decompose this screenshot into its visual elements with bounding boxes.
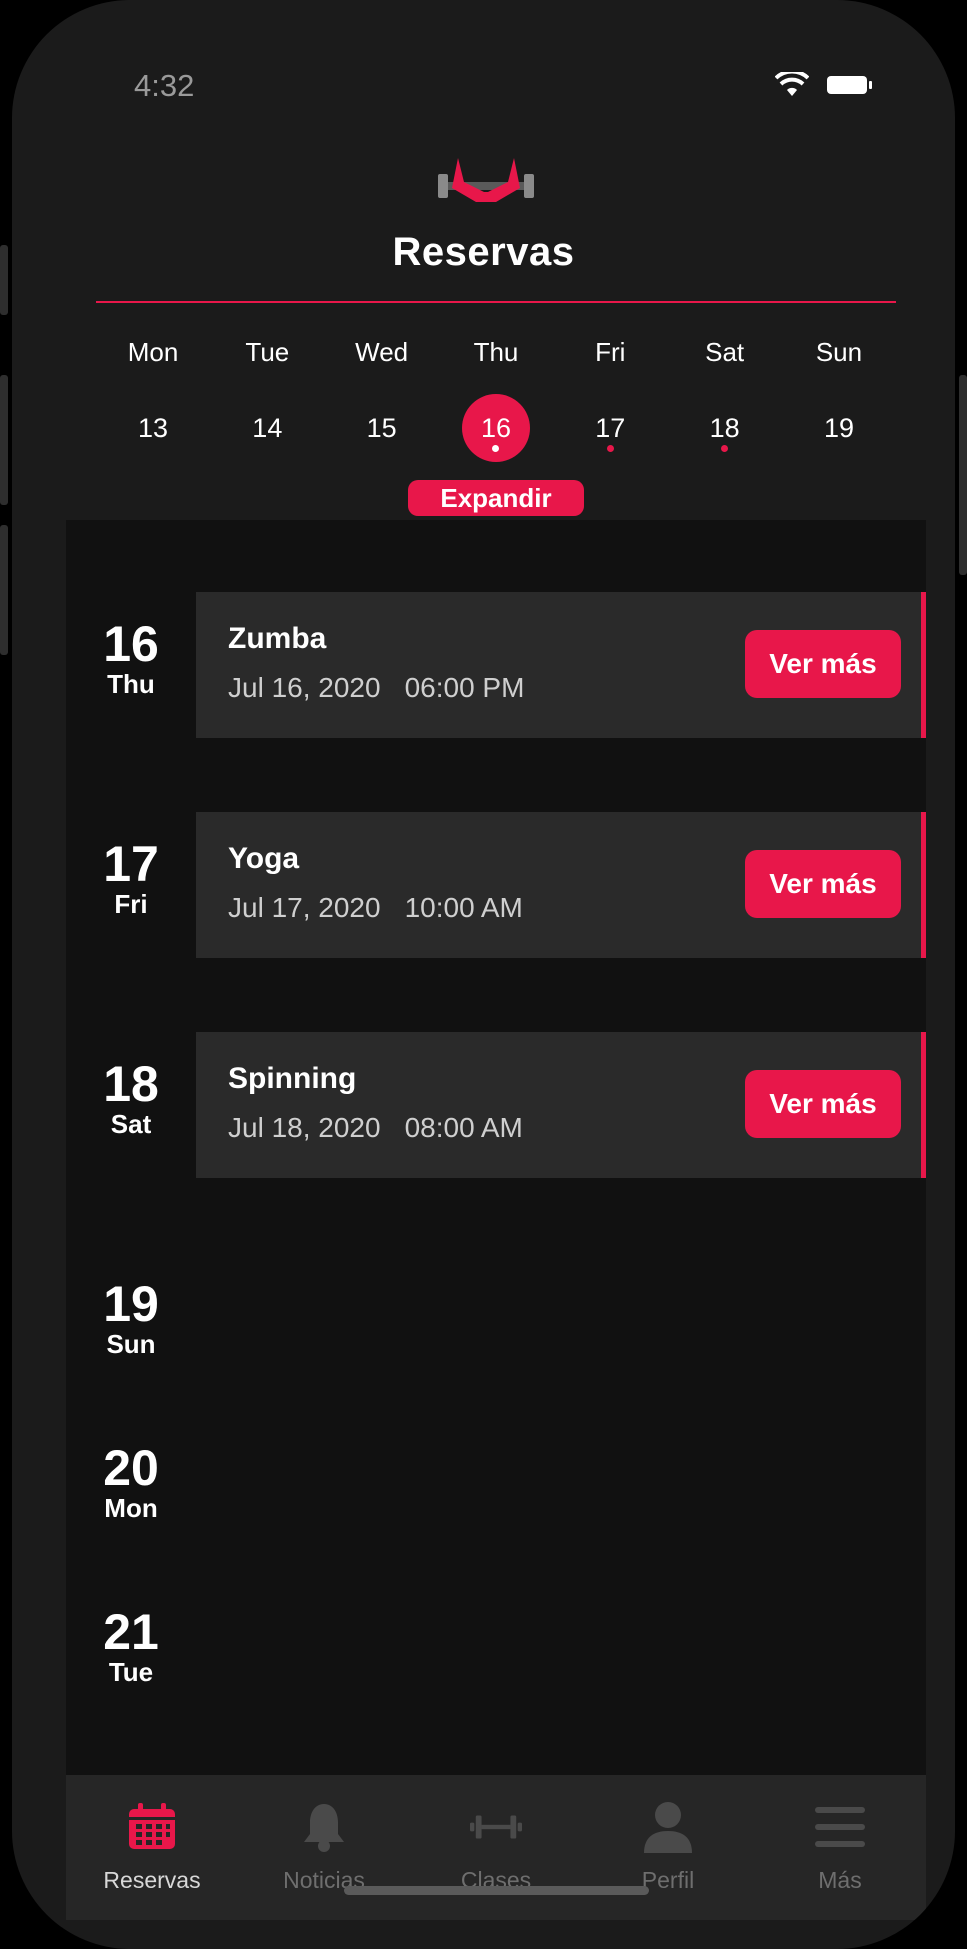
event-name: Yoga (228, 842, 300, 875)
day-name: Fri (595, 337, 626, 367)
status-icons (775, 72, 873, 98)
tab-mas[interactable]: Más (754, 1775, 926, 1920)
day-mon[interactable]: Mon 13 (96, 330, 210, 462)
title-divider (96, 301, 896, 303)
volume-up-button (0, 375, 8, 505)
ver-mas-button[interactable]: Ver más (745, 850, 901, 918)
expand-button[interactable]: Expandir (408, 480, 584, 516)
agenda-date-number: 18 (103, 1056, 159, 1112)
day-sun[interactable]: Sun 19 (782, 330, 896, 462)
tab-bar: Reservas Noticias Clases Perfil Más (66, 1775, 926, 1920)
day-name: Sun (815, 337, 863, 367)
day-number[interactable]: 15 (348, 394, 416, 462)
user-icon (642, 1801, 694, 1853)
tab-clases[interactable]: Clases (410, 1775, 582, 1920)
day-name: Thu (473, 337, 519, 367)
event-datetime: Jul 18, 2020 08:00 AM (228, 1112, 523, 1144)
event-date: Jul 17, 2020 (228, 892, 381, 923)
agenda-date-weekday: Tue (108, 1657, 154, 1687)
week-strip: Mon 13 Tue 14 Wed 15 Thu 16 Fri 17 Sat 1… (96, 330, 896, 462)
day-name: Tue (245, 337, 290, 367)
agenda-list[interactable]: 16 Thu Zumba Jul 16, 2020 06:00 PM Ver m… (66, 520, 926, 1775)
day-number-label: 18 (709, 412, 740, 443)
event-time: 08:00 AM (404, 1112, 523, 1143)
agenda-date: 17 Fri (76, 838, 186, 918)
tab-label: Reservas (103, 1867, 201, 1893)
agenda-date: 16 Thu (76, 618, 186, 698)
agenda-date-weekday: Fri (114, 889, 148, 919)
phone-frame: 4:32 Reservas Mon 13 Tue 14 Wed 15 Thu 1… (12, 0, 955, 1949)
home-indicator[interactable] (344, 1886, 649, 1895)
page-title: Reservas (392, 230, 575, 274)
day-number[interactable]: 19 (805, 394, 873, 462)
tab-perfil[interactable]: Perfil (582, 1775, 754, 1920)
agenda-date-number: 17 (103, 836, 159, 892)
day-number-label: 14 (252, 412, 283, 443)
agenda-date: 21 Tue (76, 1606, 186, 1686)
tab-label: Más (818, 1867, 862, 1893)
tab-noticias[interactable]: Noticias (238, 1775, 410, 1920)
day-sat[interactable]: Sat 18 (668, 330, 782, 462)
power-button (959, 375, 967, 575)
agenda-date-number: 16 (103, 616, 159, 672)
menu-icon (814, 1801, 866, 1853)
agenda-date-weekday: Sun (106, 1329, 156, 1359)
event-date: Jul 16, 2020 (228, 672, 381, 703)
day-number-label: 13 (137, 412, 169, 443)
event-name: Zumba (228, 622, 327, 655)
event-card[interactable]: Yoga Jul 17, 2020 10:00 AM Ver más (196, 812, 926, 958)
event-dot (492, 445, 500, 452)
event-dot (721, 445, 729, 452)
event-dot (606, 445, 614, 452)
day-wed[interactable]: Wed 15 (325, 330, 439, 462)
event-card[interactable]: Spinning Jul 18, 2020 08:00 AM Ver más (196, 1032, 926, 1178)
bell-icon (298, 1801, 350, 1853)
day-number-label: 16 (480, 412, 511, 443)
day-thu[interactable]: Thu 16 (439, 330, 553, 462)
day-tue[interactable]: Tue 14 (210, 330, 324, 462)
ver-mas-button[interactable]: Ver más (745, 630, 901, 698)
day-name: Mon (127, 337, 179, 367)
event-name: Spinning (228, 1062, 357, 1095)
day-name: Wed (355, 337, 409, 367)
agenda-date-number: 21 (103, 1604, 159, 1660)
day-number-label: 19 (823, 412, 854, 443)
battery-icon (827, 76, 872, 94)
day-number[interactable]: 17 (576, 394, 644, 462)
tab-reservas[interactable]: Reservas (66, 1775, 238, 1920)
event-datetime: Jul 16, 2020 06:00 PM (228, 672, 524, 704)
agenda-date: 19 Sun (76, 1278, 186, 1358)
day-number-label: 15 (366, 412, 397, 443)
event-time: 10:00 AM (404, 892, 523, 923)
day-number[interactable]: 14 (233, 394, 301, 462)
agenda-date-weekday: Sat (110, 1109, 152, 1139)
day-fri[interactable]: Fri 17 (553, 330, 667, 462)
event-time: 06:00 PM (404, 672, 525, 703)
agenda-date-weekday: Thu (107, 669, 155, 699)
wifi-icon (775, 72, 809, 96)
event-card[interactable]: Zumba Jul 16, 2020 06:00 PM Ver más (196, 592, 926, 738)
event-date: Jul 18, 2020 (228, 1112, 381, 1143)
day-number-selected[interactable]: 16 (461, 394, 530, 462)
day-number[interactable]: 13 (119, 394, 187, 462)
agenda-date-number: 20 (103, 1440, 159, 1496)
calendar-icon (126, 1801, 178, 1853)
mute-switch (0, 245, 8, 315)
ver-mas-button[interactable]: Ver más (745, 1070, 901, 1138)
status-time: 4:32 (134, 68, 195, 103)
tab-label: Perfil (641, 1867, 695, 1893)
agenda-date: 18 Sat (76, 1058, 186, 1138)
agenda-date-number: 19 (103, 1276, 159, 1332)
event-datetime: Jul 17, 2020 10:00 AM (228, 892, 523, 924)
volume-down-button (0, 525, 8, 655)
day-name: Sat (705, 337, 745, 367)
agenda-date: 20 Mon (76, 1442, 186, 1522)
day-number-label: 17 (595, 412, 626, 443)
dumbbell-icon (470, 1801, 522, 1853)
agenda-date-weekday: Mon (104, 1493, 158, 1523)
day-number[interactable]: 18 (691, 394, 759, 462)
app-logo (438, 158, 534, 202)
